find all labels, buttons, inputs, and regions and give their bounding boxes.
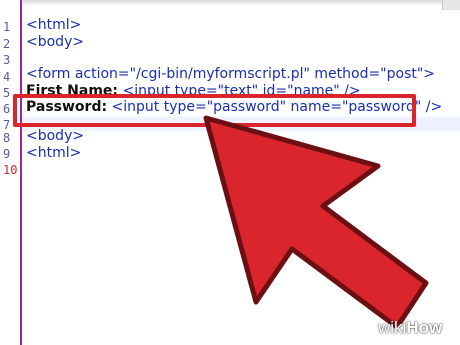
- arrow-shape: [203, 115, 429, 330]
- pointer-arrow-icon: [203, 115, 429, 330]
- wikihow-watermark: wikiHow: [378, 318, 443, 337]
